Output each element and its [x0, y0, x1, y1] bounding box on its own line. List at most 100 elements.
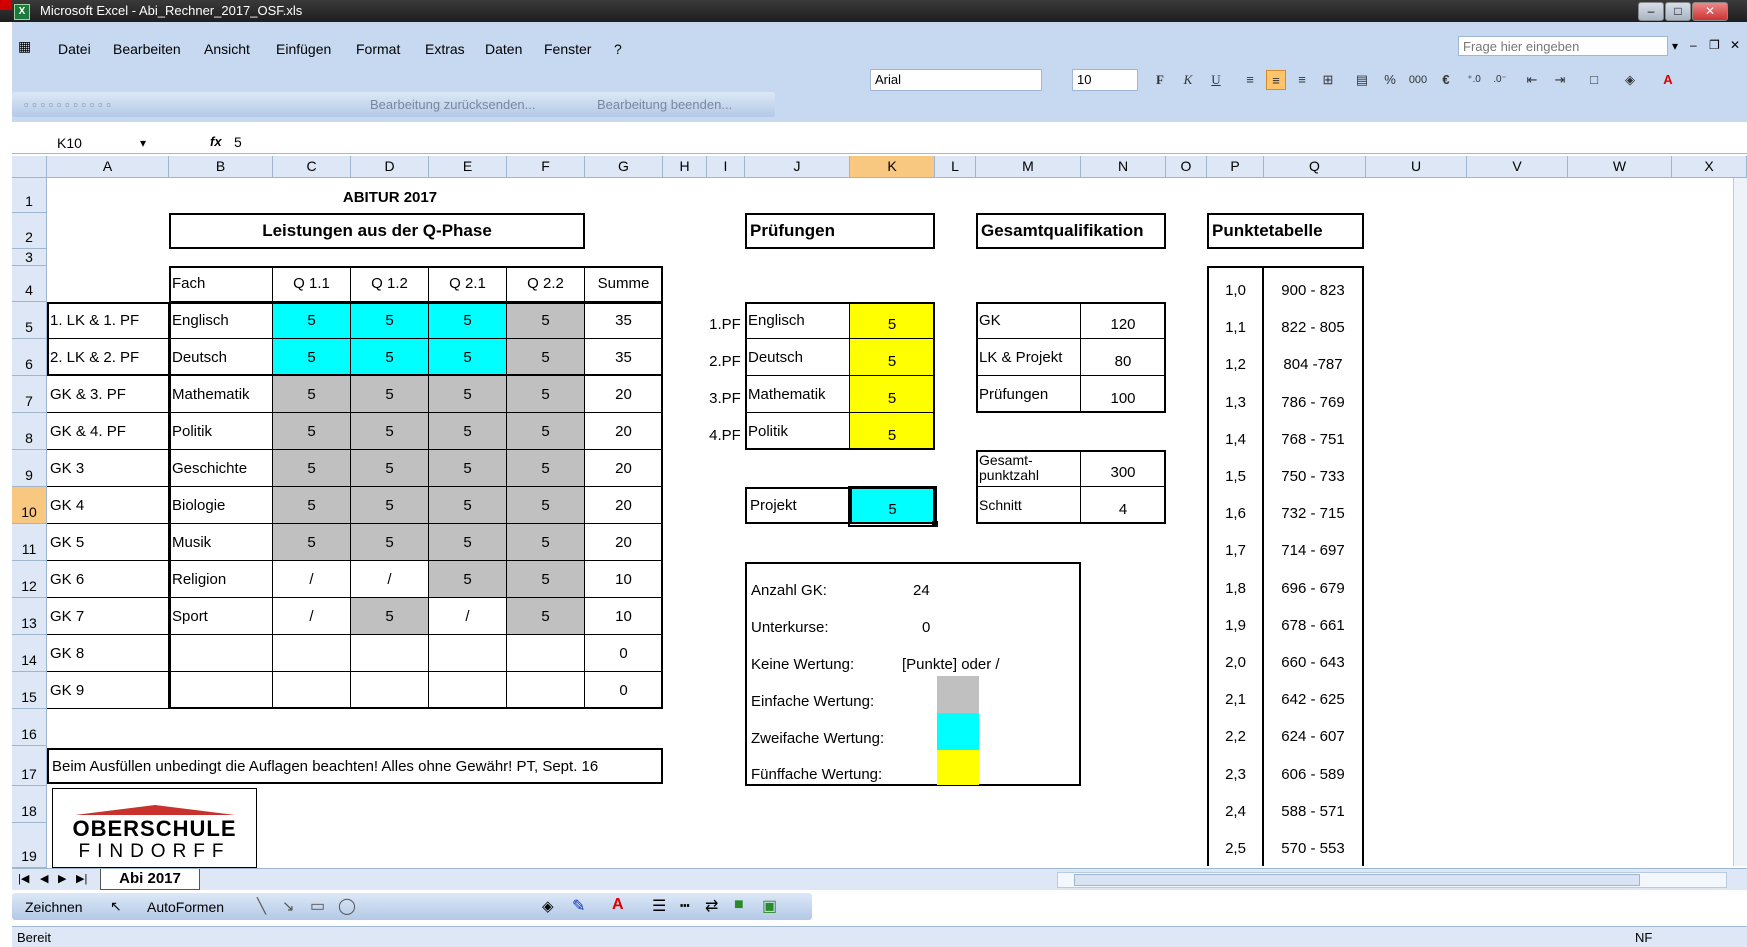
doc-minimize-button[interactable]: – — [1690, 38, 1697, 52]
course-type[interactable]: GK 4 — [47, 487, 169, 524]
pf-grade[interactable]: 5 — [850, 413, 935, 450]
grade-cell[interactable] — [507, 635, 585, 672]
row-header-2[interactable]: 2 — [12, 213, 47, 249]
gesamt-label[interactable]: GK — [976, 302, 1081, 339]
send-back-button[interactable]: Bearbeitung zurücksenden... — [370, 97, 536, 112]
points-range[interactable]: 900 - 823 — [1264, 272, 1362, 309]
row-header-11[interactable]: 11 — [12, 524, 47, 561]
row-header-7[interactable]: 7 — [12, 376, 47, 413]
course-type[interactable]: GK 9 — [47, 672, 169, 709]
subject-cell[interactable]: Politik — [169, 413, 273, 450]
increase-decimal-icon[interactable]: ⁺.0 — [1464, 70, 1484, 90]
grade-cell[interactable] — [273, 672, 351, 709]
grade-cell[interactable]: 5 — [507, 376, 585, 413]
grade-cell[interactable]: / — [429, 598, 507, 635]
punktetabelle-title[interactable]: Punktetabelle — [1207, 213, 1364, 249]
points-range[interactable]: 804 -787 — [1264, 346, 1362, 383]
course-type[interactable]: GK & 4. PF — [47, 413, 169, 450]
vertical-scrollbar[interactable] — [1733, 178, 1747, 866]
disclaimer-note[interactable]: Beim Ausfüllen unbedingt die Auflagen be… — [47, 748, 663, 784]
arrow-style-icon[interactable]: ⇄ — [705, 896, 718, 916]
bold-button[interactable]: F — [1150, 70, 1170, 90]
pf-subject[interactable]: Politik — [745, 413, 850, 450]
maximize-button[interactable]: □ — [1665, 2, 1691, 21]
table-header[interactable]: Q 1.1 — [273, 266, 351, 302]
menu-help[interactable]: ? — [614, 41, 622, 57]
column-header-n[interactable]: N — [1081, 156, 1166, 178]
menu-ansicht[interactable]: Ansicht — [204, 41, 250, 57]
column-header-f[interactable]: F — [507, 156, 585, 178]
row-header-10[interactable]: 10 — [12, 487, 47, 524]
table-header[interactable]: Fach — [169, 266, 273, 302]
merge-cells-icon[interactable]: ⊞ — [1318, 70, 1338, 90]
sum-cell[interactable]: 10 — [585, 598, 663, 635]
course-type[interactable]: 2. LK & 2. PF — [47, 339, 169, 376]
thousands-button[interactable]: 000 — [1408, 70, 1428, 90]
column-header-d[interactable]: D — [351, 156, 429, 178]
select-objects-icon[interactable]: ↖ — [110, 898, 122, 915]
grade-value[interactable]: 1,5 — [1209, 458, 1262, 495]
decrease-decimal-icon[interactable]: .0⁻ — [1490, 70, 1510, 90]
fuenffache-wertung-swatch[interactable] — [937, 750, 979, 785]
row-header-14[interactable]: 14 — [12, 635, 47, 672]
grade-cell[interactable]: 5 — [273, 413, 351, 450]
grade-cell[interactable]: 5 — [273, 450, 351, 487]
gesamt-label[interactable]: Prüfungen — [976, 376, 1081, 413]
font-color-draw-icon[interactable]: A — [612, 896, 624, 914]
grade-cell[interactable]: 5 — [429, 487, 507, 524]
font-color-icon[interactable]: A — [1658, 70, 1678, 90]
grade-value[interactable]: 1,4 — [1209, 421, 1262, 458]
grade-cell[interactable]: 5 — [273, 524, 351, 561]
row-header-18[interactable]: 18 — [12, 786, 47, 823]
arrow-tool-icon[interactable]: ↘ — [282, 897, 295, 915]
grade-value[interactable]: 1,0 — [1209, 272, 1262, 309]
grade-value[interactable]: 2,4 — [1209, 793, 1262, 830]
horizontal-scroll-thumb[interactable] — [1074, 874, 1640, 886]
horizontal-scrollbar[interactable] — [1057, 872, 1727, 888]
gesamt-label[interactable]: LK & Projekt — [976, 339, 1081, 376]
subject-cell[interactable]: Biologie — [169, 487, 273, 524]
grade-value[interactable]: 1,8 — [1209, 570, 1262, 607]
font-size-select[interactable]: 10 — [1072, 69, 1138, 91]
grade-cell[interactable]: 5 — [507, 413, 585, 450]
italic-button[interactable]: K — [1178, 70, 1198, 90]
tab-nav-prev-icon[interactable]: ◀ — [40, 872, 48, 885]
grade-value[interactable]: 1,9 — [1209, 607, 1262, 644]
grade-value[interactable]: 2,3 — [1209, 756, 1262, 793]
sum-cell[interactable]: 20 — [585, 450, 663, 487]
column-header-u[interactable]: U — [1366, 156, 1467, 178]
formula-input[interactable]: 5 — [234, 134, 242, 150]
grade-cell[interactable] — [351, 672, 429, 709]
fill-handle[interactable] — [932, 521, 938, 527]
grade-cell[interactable]: 5 — [429, 561, 507, 598]
row-header-8[interactable]: 8 — [12, 413, 47, 450]
grade-cell[interactable]: 5 — [273, 339, 351, 376]
grade-value[interactable]: 1,1 — [1209, 309, 1262, 346]
grade-cell[interactable]: 5 — [429, 450, 507, 487]
grade-cell[interactable] — [507, 672, 585, 709]
grade-cell[interactable] — [351, 635, 429, 672]
column-header-v[interactable]: V — [1467, 156, 1568, 178]
points-range[interactable]: 714 - 697 — [1264, 532, 1362, 569]
gesamt2-value[interactable]: 4 — [1081, 487, 1166, 524]
doc-close-button[interactable]: ✕ — [1730, 38, 1740, 52]
column-header-q[interactable]: Q — [1264, 156, 1366, 178]
grade-cell[interactable]: 5 — [273, 302, 351, 339]
pf-grade[interactable]: 5 — [850, 302, 935, 339]
menu-daten[interactable]: Daten — [485, 41, 522, 57]
autoformen-menu[interactable]: AutoFormen — [147, 899, 224, 915]
name-box-dropdown-icon[interactable]: ▾ — [140, 136, 146, 150]
close-button[interactable]: ✕ — [1692, 2, 1728, 21]
projekt-grade[interactable]: 5 — [850, 487, 935, 524]
grade-cell[interactable]: 5 — [429, 339, 507, 376]
points-range[interactable]: 570 - 553 — [1264, 830, 1362, 867]
grade-cell[interactable] — [429, 672, 507, 709]
subject-cell[interactable]: Englisch — [169, 302, 273, 339]
sum-cell[interactable]: 0 — [585, 672, 663, 709]
row-header-15[interactable]: 15 — [12, 672, 47, 709]
grade-value[interactable]: 2,1 — [1209, 681, 1262, 718]
grade-cell[interactable]: 5 — [429, 302, 507, 339]
sum-cell[interactable]: 0 — [585, 635, 663, 672]
grade-cell[interactable] — [273, 635, 351, 672]
zweifache-wertung-swatch[interactable] — [937, 713, 979, 750]
